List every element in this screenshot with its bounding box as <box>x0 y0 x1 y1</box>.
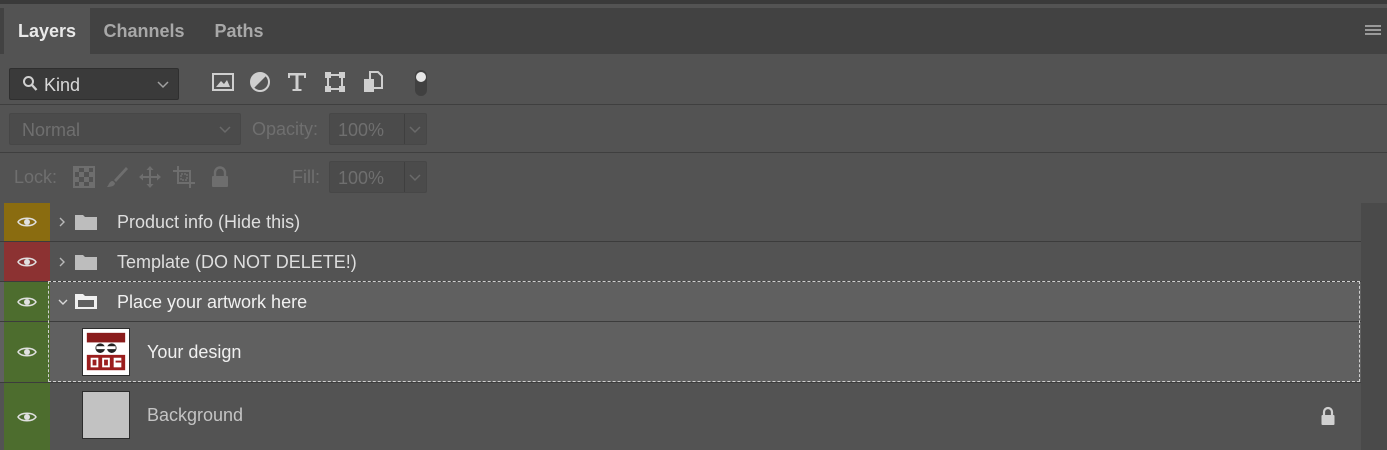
adjustment-filter-icon[interactable] <box>248 70 272 94</box>
filter-row: Kind <box>0 54 1387 105</box>
layer-thumbnail <box>82 328 130 376</box>
layer-thumbnail <box>82 391 130 439</box>
opacity-label: Opacity: <box>252 119 319 139</box>
blend-mode-value: Normal <box>22 120 81 140</box>
chevron-down-icon[interactable] <box>56 295 70 309</box>
layer-row-place-artwork[interactable]: Place your artwork here <box>0 282 1361 322</box>
opacity-value: 100% <box>338 120 385 140</box>
blend-row: Normal Opacity: 100% <box>0 105 1387 153</box>
shape-filter-icon[interactable] <box>323 70 347 94</box>
lock-position-icon[interactable] <box>138 165 162 189</box>
filter-kind-label: Kind <box>44 75 81 95</box>
scrollbar[interactable] <box>1361 203 1387 450</box>
lock-label: Lock: <box>14 167 58 187</box>
folder-icon <box>75 255 97 270</box>
layer-color-label <box>4 242 50 281</box>
fill-label: Fill: <box>292 167 320 187</box>
opacity-field[interactable]: 100% <box>329 113 427 145</box>
search-icon <box>23 76 38 91</box>
layer-color-label <box>4 322 50 382</box>
lock-artboard-icon[interactable] <box>172 165 196 189</box>
type-filter-icon[interactable] <box>285 70 309 94</box>
filter-toggle-icon[interactable] <box>412 69 430 97</box>
layer-name: Product info (Hide this) <box>117 212 301 232</box>
layer-row-your-design[interactable]: Your design <box>0 322 1361 383</box>
tab-paths[interactable]: Paths <box>198 8 280 54</box>
tab-layers[interactable]: Layers <box>4 8 90 54</box>
open-folder-icon <box>75 294 97 309</box>
blend-mode-select[interactable]: Normal <box>9 113 241 145</box>
layers-panel: Layers Channels Paths Kind Normal Opacit… <box>0 0 1387 450</box>
lock-image-pixels-icon[interactable] <box>105 165 129 189</box>
chevron-down-icon <box>409 174 421 182</box>
lock-icon <box>1321 406 1335 425</box>
fill-field[interactable]: 100% <box>329 161 427 193</box>
layer-name: Background <box>147 405 244 425</box>
layer-row-product-info[interactable]: Product info (Hide this) <box>0 203 1361 242</box>
visibility-eye-icon[interactable] <box>17 255 37 269</box>
layer-row-background[interactable]: Background <box>0 383 1361 450</box>
panel-tab-bar: Layers Channels Paths <box>0 8 1387 54</box>
visibility-eye-icon[interactable] <box>17 295 37 309</box>
filter-kind-select[interactable]: Kind <box>9 68 179 100</box>
fill-value: 100% <box>338 168 385 188</box>
layer-row-template[interactable]: Template (DO NOT DELETE!) <box>0 242 1361 282</box>
visibility-eye-icon[interactable] <box>17 215 37 229</box>
chevron-right-icon[interactable] <box>56 215 68 229</box>
layer-color-label <box>4 282 50 321</box>
layers-list: Product info (Hide this) Template (DO NO… <box>0 203 1387 450</box>
chevron-down-icon <box>219 126 231 134</box>
layer-color-label <box>4 383 50 450</box>
layer-name: Your design <box>147 342 242 362</box>
tab-channels[interactable]: Channels <box>92 8 196 54</box>
image-filter-icon[interactable] <box>211 70 235 94</box>
visibility-eye-icon[interactable] <box>17 410 37 424</box>
chevron-down-icon <box>157 81 169 89</box>
folder-icon <box>75 215 97 230</box>
panel-menu-icon[interactable] <box>1365 25 1381 37</box>
layer-name: Template (DO NOT DELETE!) <box>117 252 357 272</box>
lock-transparent-pixels-icon[interactable] <box>72 165 96 189</box>
lock-all-icon[interactable] <box>208 165 232 189</box>
smart-object-filter-icon[interactable] <box>361 70 385 94</box>
layer-name: Place your artwork here <box>117 292 308 312</box>
visibility-eye-icon[interactable] <box>17 345 37 359</box>
chevron-right-icon[interactable] <box>56 255 68 269</box>
layer-color-label <box>4 203 50 241</box>
chevron-down-icon <box>409 126 421 134</box>
